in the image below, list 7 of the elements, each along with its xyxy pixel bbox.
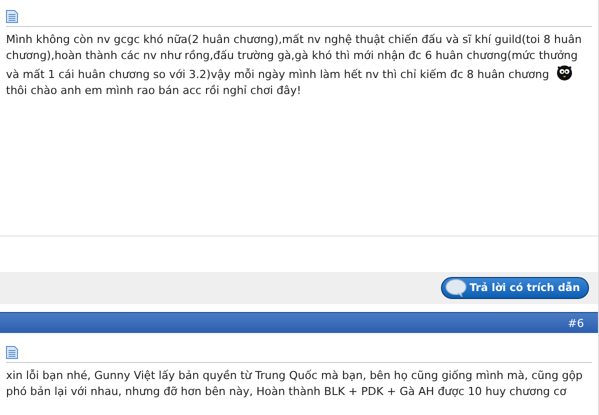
document-icon [6, 346, 18, 359]
document-icon [6, 10, 18, 23]
post-text: xin lỗi bạn nhé, Gunny Việt lấy bản quyền từ Trung Quốc mà bạn, bên họ cũng giống mình mà, cũng gộp phó bản lại với nhau, nhưng đỡ hơn bên này, Hoàn thành BLK + PDK + Gà AH được 10 huy chương cơ [6, 368, 584, 400]
speech-bubble-icon [444, 279, 467, 297]
post-text: thôi chào anh em mình rao bán acc rồi nghỉ chơi đây! [6, 84, 302, 97]
post-number: #6 [568, 316, 584, 330]
quote-reply-button[interactable]: Trả lời có trích dẫn [440, 277, 589, 299]
